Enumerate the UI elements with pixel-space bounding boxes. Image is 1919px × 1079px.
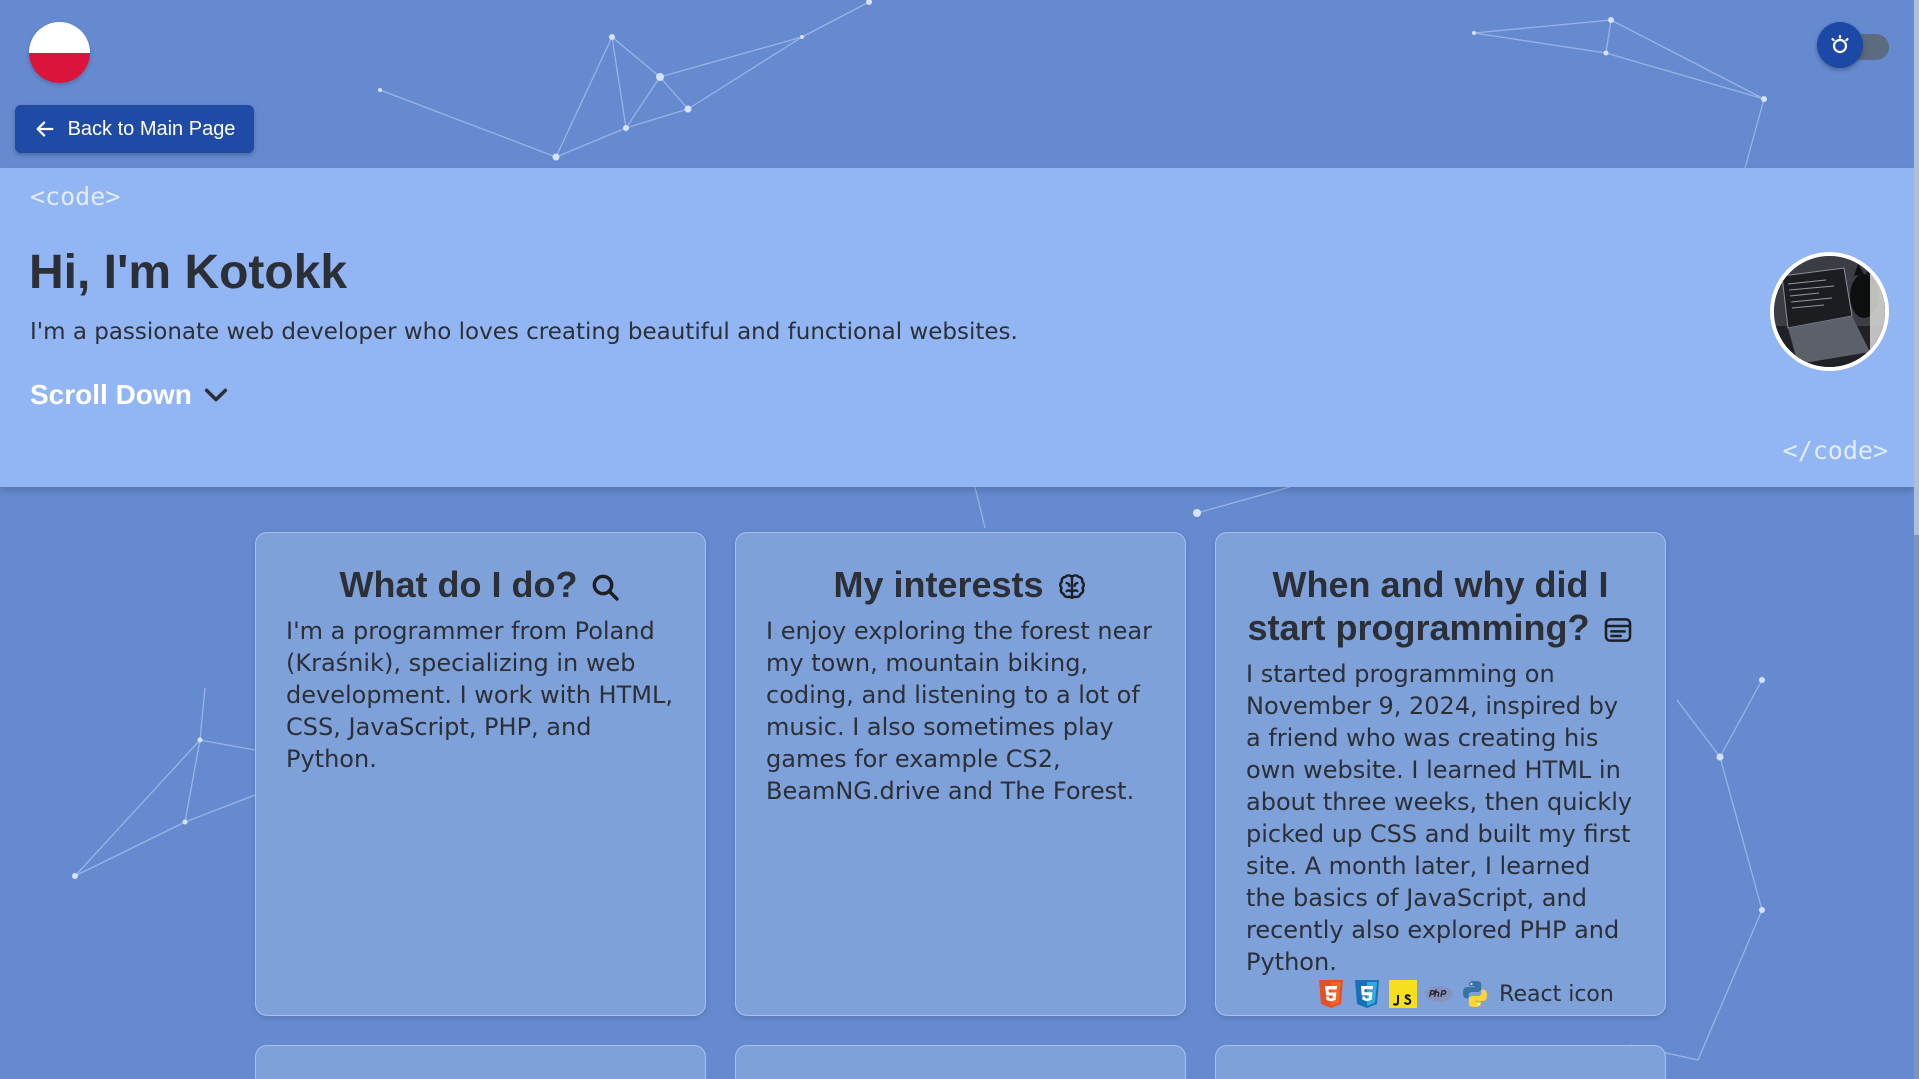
document-icon <box>1604 618 1631 642</box>
avatar <box>1770 252 1889 371</box>
card-start-programming: When and why did I start programming? I … <box>1215 532 1666 1016</box>
code-close-tag: </code> <box>1782 436 1888 465</box>
tech-icons-row: React icon <box>1216 980 1665 1008</box>
card-text: I started programming on November 9, 202… <box>1246 660 1633 976</box>
react-icon-alt-text: React icon <box>1499 981 1614 1007</box>
hero-subtitle: I'm a passionate web developer who loves… <box>30 319 1018 345</box>
card-my-interests: My interests I enjoy exploring the fores… <box>735 532 1186 1016</box>
card-partial <box>255 1045 706 1079</box>
card-title: When and why did I start programming? <box>1216 563 1665 649</box>
html5-icon <box>1317 980 1345 1008</box>
scrollbar-thumb[interactable] <box>1914 0 1919 535</box>
card-what-do-i-do: What do I do? I'm a programmer from Pola… <box>255 532 706 1016</box>
page-scrollbar[interactable] <box>1914 0 1919 1079</box>
code-open-tag: <code> <box>30 182 121 211</box>
back-button-label: Back to Main Page <box>67 117 236 140</box>
python-icon <box>1461 980 1489 1008</box>
search-icon <box>593 574 620 601</box>
theme-toggle[interactable] <box>1817 22 1891 68</box>
css3-icon <box>1353 980 1381 1008</box>
card-title: My interests <box>736 563 1185 606</box>
card-partial <box>735 1045 1186 1079</box>
chevron-down-icon <box>204 388 227 402</box>
brain-icon <box>1058 574 1085 599</box>
card-title: What do I do? <box>256 563 705 606</box>
hero-section: <code> Hi, I'm Kotokk I'm a passionate w… <box>0 168 1914 487</box>
scroll-down-label: Scroll Down <box>30 379 192 410</box>
hero-title: Hi, I'm Kotokk <box>29 246 348 299</box>
sun-icon <box>1817 22 1863 68</box>
scroll-down-link[interactable]: Scroll Down <box>30 379 230 411</box>
card-partial <box>1215 1045 1666 1079</box>
card-text: I'm a programmer from Poland (Kraśnik), … <box>286 617 673 773</box>
card-text: I enjoy exploring the forest near my tow… <box>766 617 1152 805</box>
back-to-main-button[interactable]: Back to Main Page <box>15 105 254 153</box>
arrow-left-icon <box>36 121 53 137</box>
php-icon <box>1425 980 1453 1008</box>
poland-flag-icon <box>29 22 90 83</box>
javascript-icon <box>1389 980 1418 1008</box>
